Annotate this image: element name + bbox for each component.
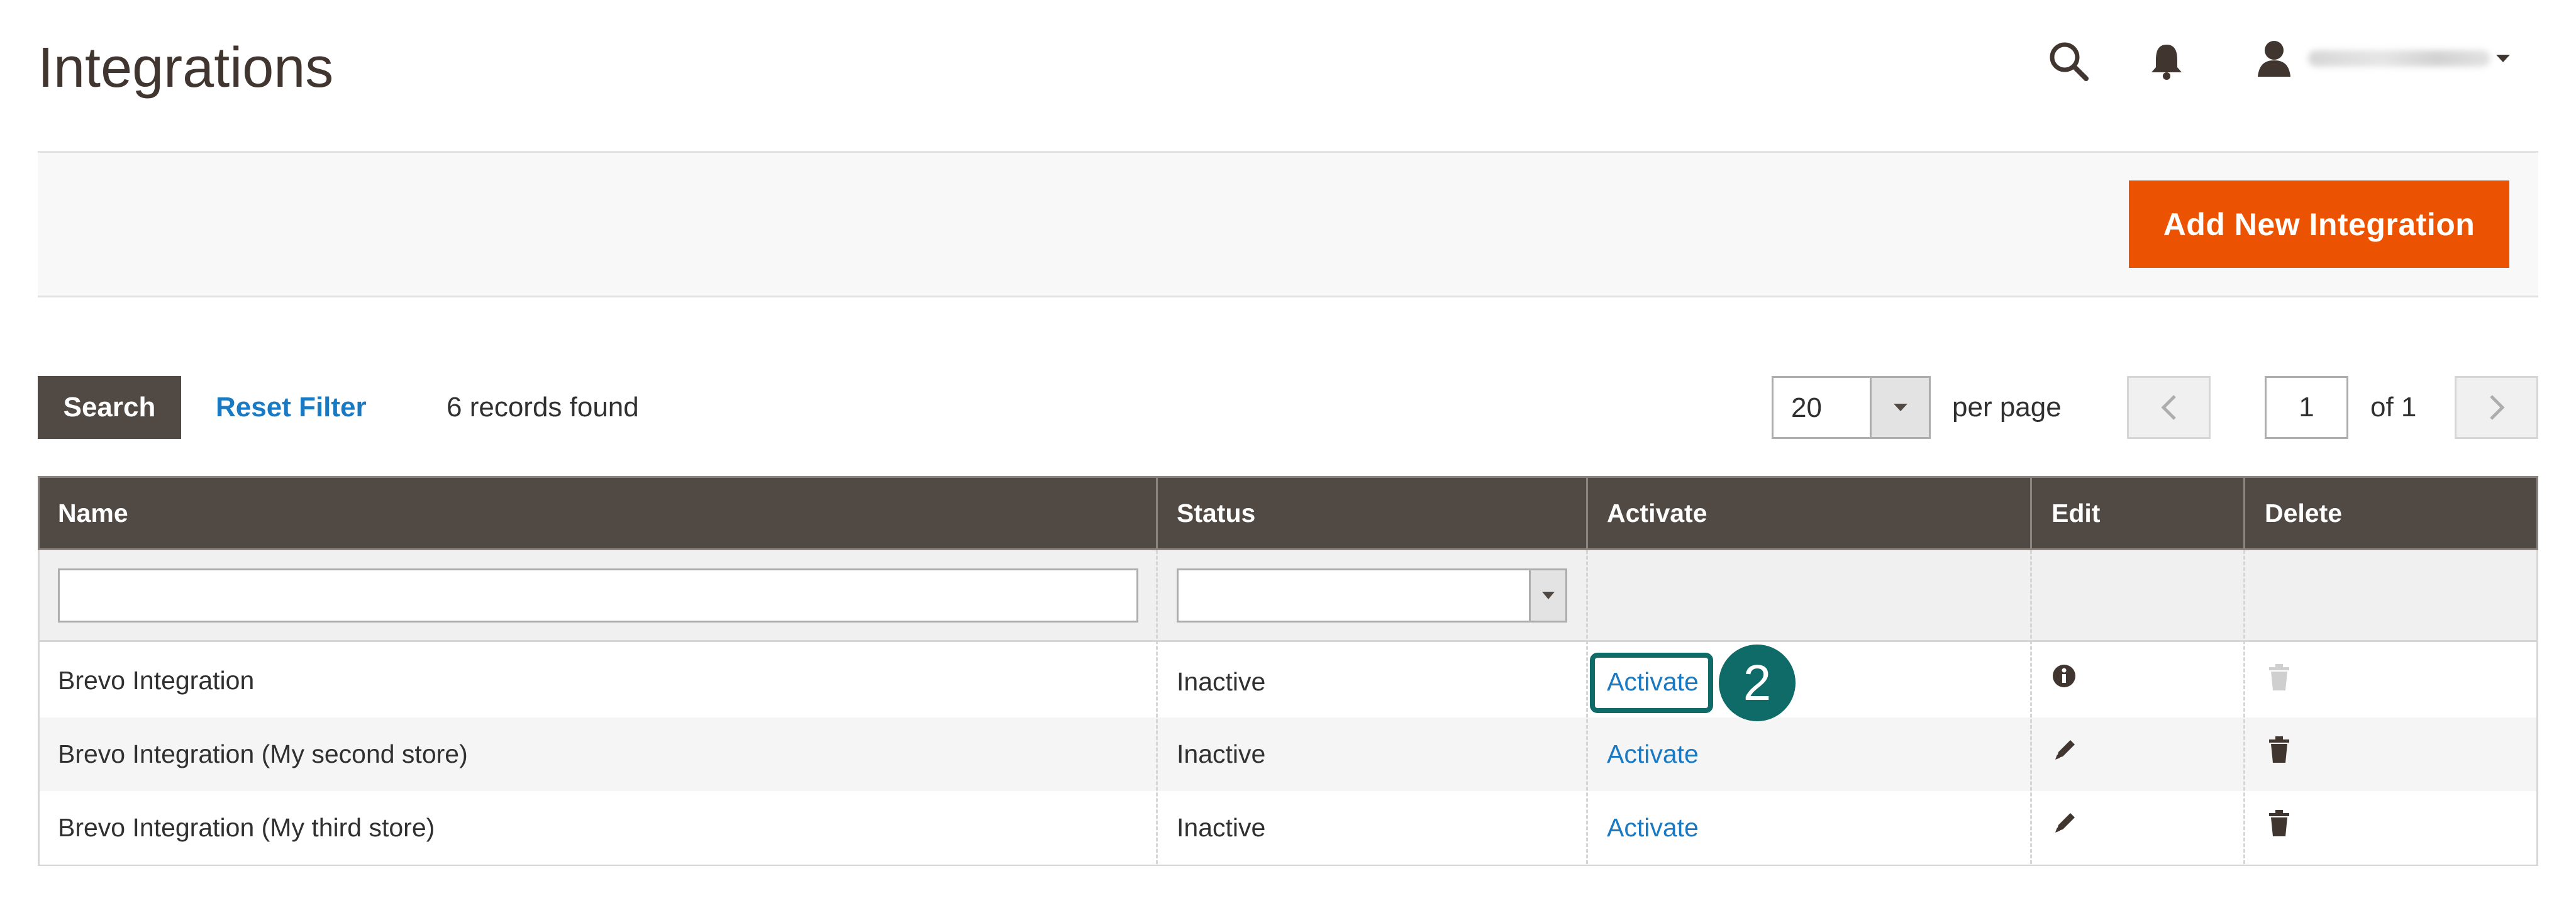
records-count: 6 records found	[447, 392, 639, 423]
next-page-button[interactable]	[2455, 376, 2538, 439]
column-header-edit: Edit	[2051, 499, 2101, 528]
column-divider	[1156, 478, 1158, 548]
column-divider	[2030, 478, 2032, 548]
chevron-left-icon	[2160, 395, 2176, 420]
info-icon[interactable]	[2051, 663, 2079, 691]
callout-highlight	[1590, 653, 1713, 713]
status-filter-select[interactable]	[1177, 568, 1567, 623]
column-header-delete: Delete	[2265, 499, 2343, 528]
page-title: Integrations	[38, 36, 334, 99]
integration-name: Brevo Integration (My third store)	[58, 813, 435, 842]
reset-filter-link[interactable]: Reset Filter	[216, 390, 367, 425]
chevron-down-icon[interactable]	[1870, 378, 1929, 437]
activate-link[interactable]: Activate	[1607, 811, 1699, 844]
caret-down-icon[interactable]	[2490, 49, 2516, 68]
chevron-right-icon	[2489, 395, 2505, 420]
pencil-icon[interactable]	[2053, 737, 2080, 765]
search-button[interactable]: Search	[38, 376, 181, 439]
previous-page-button[interactable]	[2127, 376, 2211, 439]
column-divider	[2030, 550, 2032, 864]
table-row	[40, 644, 2536, 717]
integration-status: Inactive	[1177, 667, 1266, 696]
name-filter-input[interactable]	[58, 568, 1138, 623]
current-page-input[interactable]: 1	[2265, 376, 2348, 439]
trash-icon[interactable]	[2268, 809, 2293, 838]
integration-status: Inactive	[1177, 739, 1266, 768]
trash-icon	[2268, 663, 2293, 692]
column-header-status[interactable]: Status	[1177, 476, 1255, 550]
integration-name: Brevo Integration	[58, 666, 255, 695]
column-header-activate: Activate	[1607, 499, 1707, 528]
column-divider	[1156, 550, 1158, 864]
column-divider	[2243, 478, 2245, 548]
column-header-name[interactable]: Name	[58, 476, 128, 550]
step-number-badge: 2	[1719, 645, 1796, 721]
chevron-down-icon[interactable]	[1529, 570, 1565, 621]
add-new-integration-button[interactable]: Add New Integration	[2129, 180, 2509, 268]
integration-status: Inactive	[1177, 813, 1266, 842]
bell-icon[interactable]	[2145, 39, 2189, 83]
total-pages: of 1	[2370, 392, 2417, 423]
search-icon[interactable]	[2044, 36, 2094, 87]
activate-link[interactable]: Activate	[1607, 738, 1699, 770]
grid-header	[38, 476, 2538, 550]
column-divider	[2243, 550, 2245, 864]
integration-name: Brevo Integration (My second store)	[58, 739, 468, 768]
user-name[interactable]: magento-admin	[2308, 50, 2490, 67]
column-divider	[1586, 550, 1588, 864]
column-divider	[1586, 478, 1588, 548]
per-page-label: per page	[1952, 392, 2062, 423]
per-page-value: 20	[1791, 392, 1822, 423]
trash-icon[interactable]	[2268, 736, 2293, 765]
pencil-icon[interactable]	[2053, 810, 2080, 838]
user-icon[interactable]	[2251, 35, 2297, 80]
